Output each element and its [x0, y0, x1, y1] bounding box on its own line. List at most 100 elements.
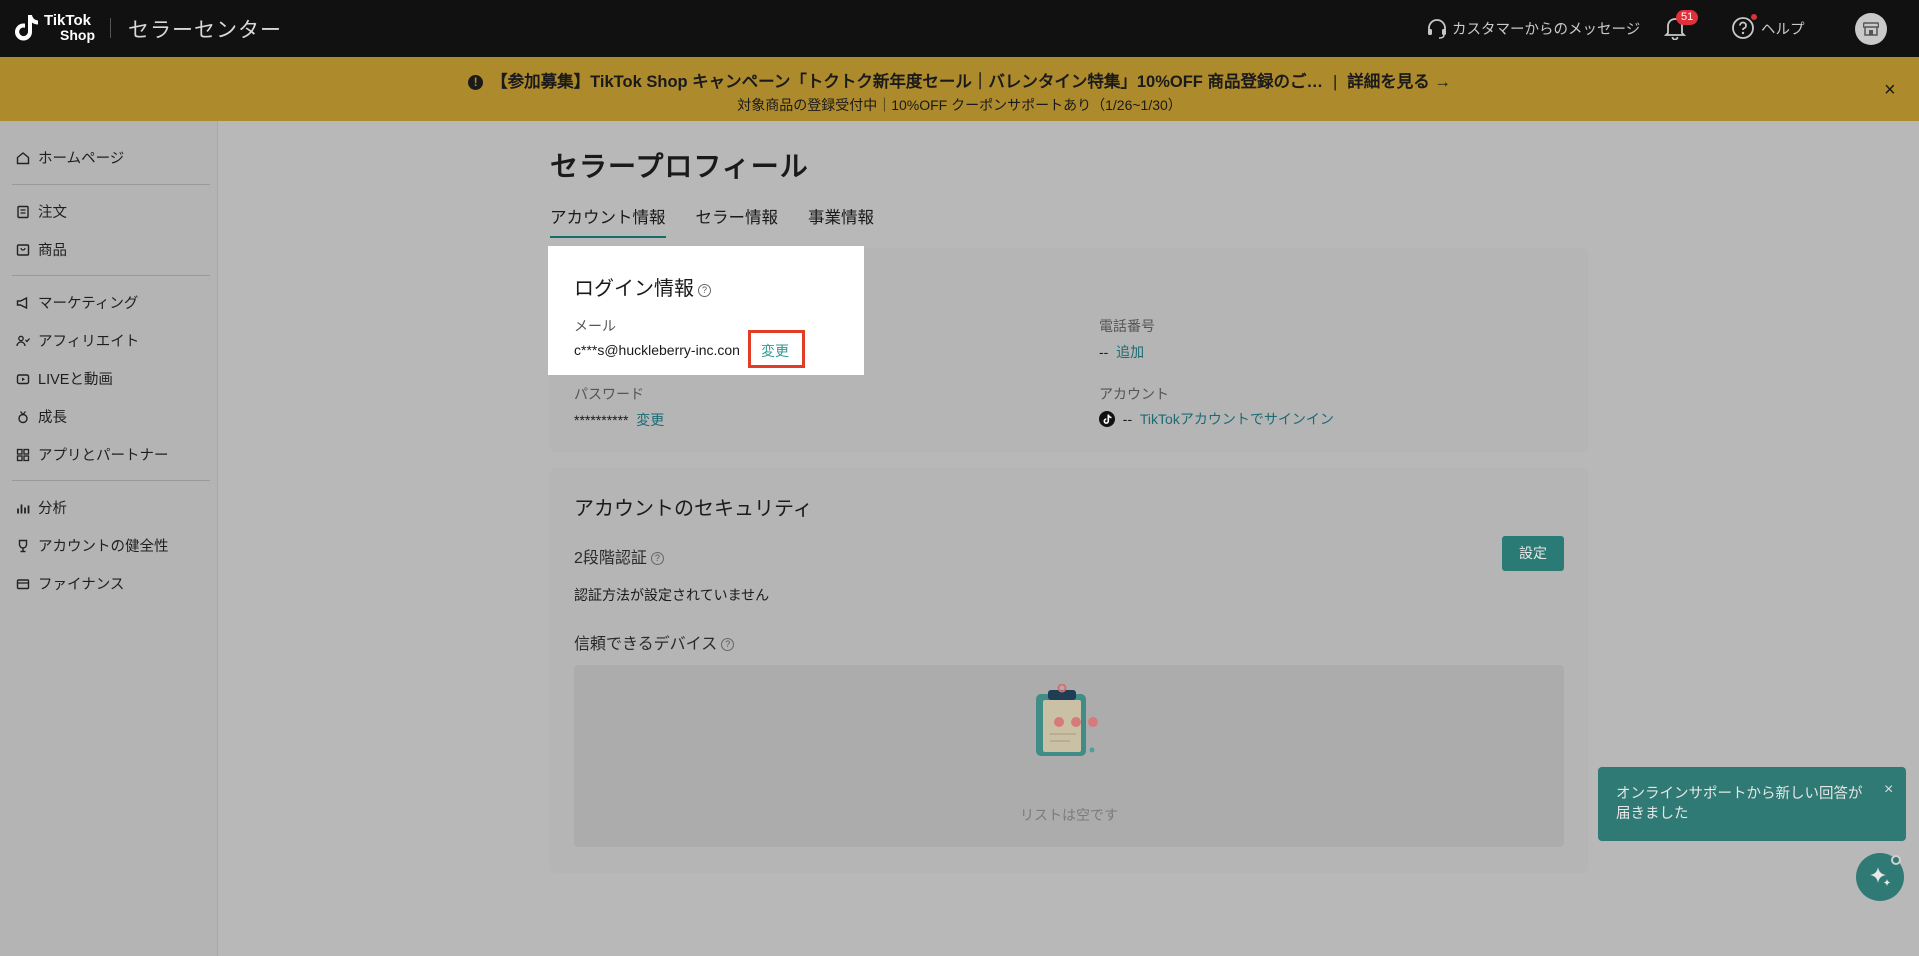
help-alert-dot: [1751, 14, 1757, 20]
tiktok-logo-icon: [1099, 411, 1115, 427]
home-icon: [16, 151, 30, 164]
sidebar-item-label: 商品: [38, 243, 67, 259]
account-value: --: [1122, 411, 1133, 427]
tiktok-signin-link[interactable]: TikTokアカウントでサインイン: [1140, 409, 1334, 429]
toast-close-icon[interactable]: ×: [1884, 781, 1893, 799]
exclamation-icon: !: [468, 75, 484, 90]
email-value: c***s@huckleberry-inc.con: [574, 342, 740, 358]
banner-subline: 対象商品の登録受付中｜10%OFF クーポンサポートあり（1/26~1/30）: [737, 97, 1182, 113]
sidebar: ホームページ 注文 商品 マーケティング アフィリエイト LIVEと動画 成長 …: [0, 121, 218, 956]
apps-icon: [16, 448, 30, 461]
toast-message: オンラインサポートから新しい回答が届きました: [1616, 786, 1863, 822]
help-question-icon[interactable]: ?: [721, 638, 735, 651]
top-navigation-bar: TikTok Shop セラーセンター カスタマーからのメッセージ 51 ヘルプ: [0, 0, 1919, 57]
help-question-icon[interactable]: ?: [650, 552, 664, 565]
store-avatar-button[interactable]: [1855, 13, 1887, 45]
sidebar-divider: [12, 480, 210, 481]
account-security-title: アカウントのセキュリティ: [574, 498, 813, 520]
account-row: -- TikTokアカウントでサインイン: [1099, 409, 1334, 429]
two-factor-label: 2段階認証?: [574, 544, 664, 568]
sidebar-item-label: ファイナンス: [38, 577, 125, 593]
tiktok-shop-logo[interactable]: TikTok Shop: [14, 13, 95, 43]
sidebar-item-home[interactable]: ホームページ: [16, 147, 124, 168]
logo-line-2: Shop: [60, 27, 95, 43]
sidebar-item-label: アカウントの健全性: [38, 539, 169, 555]
phone-label: 電話番号: [1099, 318, 1155, 334]
sidebar-item-label: LIVEと動画: [38, 372, 113, 388]
sidebar-item-marketing[interactable]: マーケティング: [16, 292, 138, 313]
login-info-title-text: ログイン情報: [574, 278, 694, 300]
help-button[interactable]: ヘルプ: [1731, 14, 1805, 40]
sidebar-item-label: アフィリエイト: [38, 334, 140, 350]
sparkle-icon: [1870, 867, 1891, 886]
two-factor-label-text: 2段階認証: [574, 550, 647, 567]
help-circle-icon: [1732, 17, 1754, 39]
empty-list-text: リストは空です: [1020, 807, 1118, 823]
trusted-devices-label: 信頼できるデバイス?: [574, 630, 735, 654]
sidebar-divider: [12, 275, 210, 276]
customer-messages-label: カスタマーからのメッセージ: [1452, 21, 1641, 38]
megaphone-icon: [16, 296, 28, 309]
sidebar-item-products[interactable]: 商品: [16, 239, 67, 260]
trophy-icon: [18, 539, 28, 552]
profile-tabs: アカウント情報 セラー情報 事業情報: [550, 204, 904, 238]
password-label: パスワード: [574, 386, 644, 402]
tab-account-info[interactable]: アカウント情報: [550, 204, 666, 238]
assistant-fab-button[interactable]: [1856, 853, 1904, 901]
tab-seller-info[interactable]: セラー情報: [696, 204, 779, 238]
notifications-button[interactable]: 51: [1663, 10, 1699, 45]
two-factor-setup-button[interactable]: 設定: [1502, 536, 1564, 571]
banner-details-link[interactable]: 詳細を見る →: [1347, 73, 1451, 91]
app-title: セラーセンター: [128, 19, 282, 42]
sidebar-item-orders[interactable]: 注文: [16, 201, 67, 222]
sidebar-item-analytics[interactable]: 分析: [16, 497, 67, 518]
campaign-banner: ! 【参加募集】TikTok Shop キャンペーン「トクトク新年度セール｜バレン…: [0, 57, 1919, 121]
help-label: ヘルプ: [1761, 21, 1805, 38]
phone-value: --: [1099, 344, 1109, 360]
sidebar-item-label: 分析: [38, 501, 67, 517]
trusted-devices-label-text: 信頼できるデバイス: [574, 636, 718, 653]
sidebar-item-label: 成長: [38, 410, 67, 426]
sidebar-item-label: マーケティング: [38, 296, 139, 312]
account-label: アカウント: [1099, 386, 1169, 402]
sidebar-item-live-video[interactable]: LIVEと動画: [16, 368, 113, 389]
page-title: セラープロフィール: [550, 151, 809, 182]
phone-add-link[interactable]: 追加: [1116, 344, 1144, 360]
banner-separator: |: [1332, 73, 1338, 91]
topbar-divider: [110, 18, 111, 38]
banner-close-icon[interactable]: ×: [1884, 79, 1896, 102]
sidebar-item-label: アプリとパートナー: [38, 448, 169, 464]
password-row: ********** 変更: [574, 410, 664, 430]
sidebar-item-apps-partners[interactable]: アプリとパートナー: [16, 444, 169, 465]
product-icon: [16, 243, 30, 256]
empty-clipboard-icon: [1036, 684, 1098, 756]
chart-icon: [17, 504, 30, 513]
wallet-icon: [16, 578, 30, 589]
customer-messages-button[interactable]: カスタマーからのメッセージ: [1426, 17, 1640, 39]
tiktok-logo-icon: [15, 15, 38, 41]
medal-icon: [18, 410, 28, 423]
banner-headline[interactable]: 【参加募集】TikTok Shop キャンペーン「トクトク新年度セール｜バレンタ…: [491, 73, 1323, 91]
notification-count-badge: 51: [1676, 10, 1699, 25]
tab-business-info[interactable]: 事業情報: [808, 204, 874, 238]
phone-row: -- 追加: [1099, 342, 1144, 362]
email-label: メール: [574, 318, 616, 334]
fab-status-dot: [1891, 855, 1901, 865]
affiliate-icon: [16, 335, 30, 346]
store-icon: [1863, 22, 1879, 36]
sidebar-item-account-health[interactable]: アカウントの健全性: [16, 535, 169, 556]
email-change-button[interactable]: 変更: [761, 341, 789, 361]
password-value: **********: [574, 412, 629, 428]
sidebar-item-label: ホームページ: [38, 151, 125, 167]
headset-icon: [1428, 19, 1446, 39]
password-change-link[interactable]: 変更: [636, 412, 664, 428]
support-toast: オンラインサポートから新しい回答が届きました ×: [1598, 767, 1906, 841]
logo-line-1: TikTok: [44, 12, 91, 29]
sidebar-item-growth[interactable]: 成長: [16, 406, 67, 427]
help-question-icon[interactable]: ?: [698, 284, 711, 297]
sidebar-item-finance[interactable]: ファイナンス: [16, 573, 124, 594]
sidebar-item-affiliate[interactable]: アフィリエイト: [16, 330, 139, 351]
two-factor-status: 認証方法が設定されていません: [574, 587, 770, 603]
sidebar-divider: [12, 184, 210, 185]
video-icon: [16, 373, 30, 384]
